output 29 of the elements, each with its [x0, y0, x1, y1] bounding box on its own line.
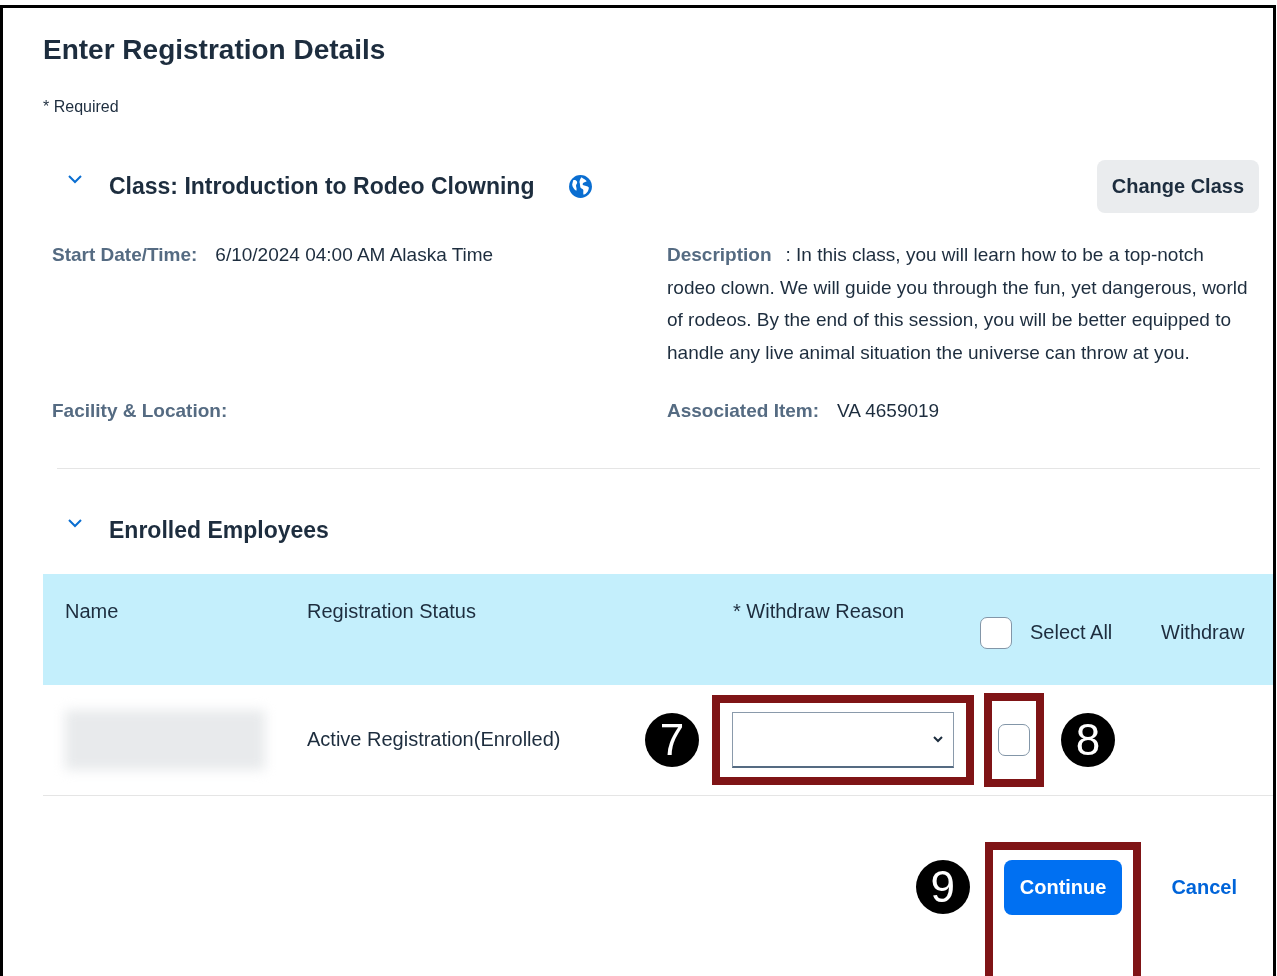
field-label: Start Date/Time: — [52, 243, 198, 267]
withdraw-checkbox[interactable] — [998, 723, 1030, 756]
column-header: Registration Status — [307, 599, 476, 622]
callout-number: 7 — [645, 712, 699, 767]
required-note: * Required — [43, 98, 120, 116]
callout-number: 9 — [915, 859, 970, 914]
section-title: Enrolled Employees — [109, 516, 329, 544]
page-title: Enter Registration Details — [43, 34, 387, 66]
chevron-icon[interactable] — [68, 175, 82, 184]
field-value: 6/10/2024 04:00 AM Alaska Time — [215, 243, 494, 267]
column-header: Withdraw — [1161, 621, 1245, 644]
globe-icon[interactable] — [568, 174, 594, 199]
select-all-label: Select All — [1030, 621, 1113, 644]
column-header: * Withdraw Reason — [733, 599, 905, 622]
field-label: Facility & Location: — [52, 399, 228, 423]
withdraw-reason-dropdown[interactable] — [732, 711, 954, 768]
description-text: Description : In this class, you will learn how to be a top-notch rodeo clown. We will guide you through the fun, yet dangerous, world of rodeos. By the end of this session, you will be better equipped to handle any live animal situation the universe can throw at you. — [667, 243, 1249, 365]
select-all-checkbox[interactable] — [980, 616, 1012, 649]
change-class-button[interactable]: Change Class — [1096, 160, 1259, 213]
field-label: Associated Item: — [667, 399, 820, 423]
caret-icon — [933, 735, 943, 743]
column-header: Name — [65, 599, 119, 622]
chevron-icon[interactable] — [68, 518, 82, 528]
table-cell: Active Registration(Enrolled) — [307, 728, 561, 750]
field-value: VA 4659019 — [837, 399, 940, 423]
callout-number: 8 — [1061, 712, 1115, 767]
continue-button[interactable]: Continue — [1003, 859, 1123, 915]
cancel-link[interactable]: Cancel — [1171, 875, 1237, 899]
class-title: Class: Introduction to Rodeo Clowning — [109, 173, 535, 200]
